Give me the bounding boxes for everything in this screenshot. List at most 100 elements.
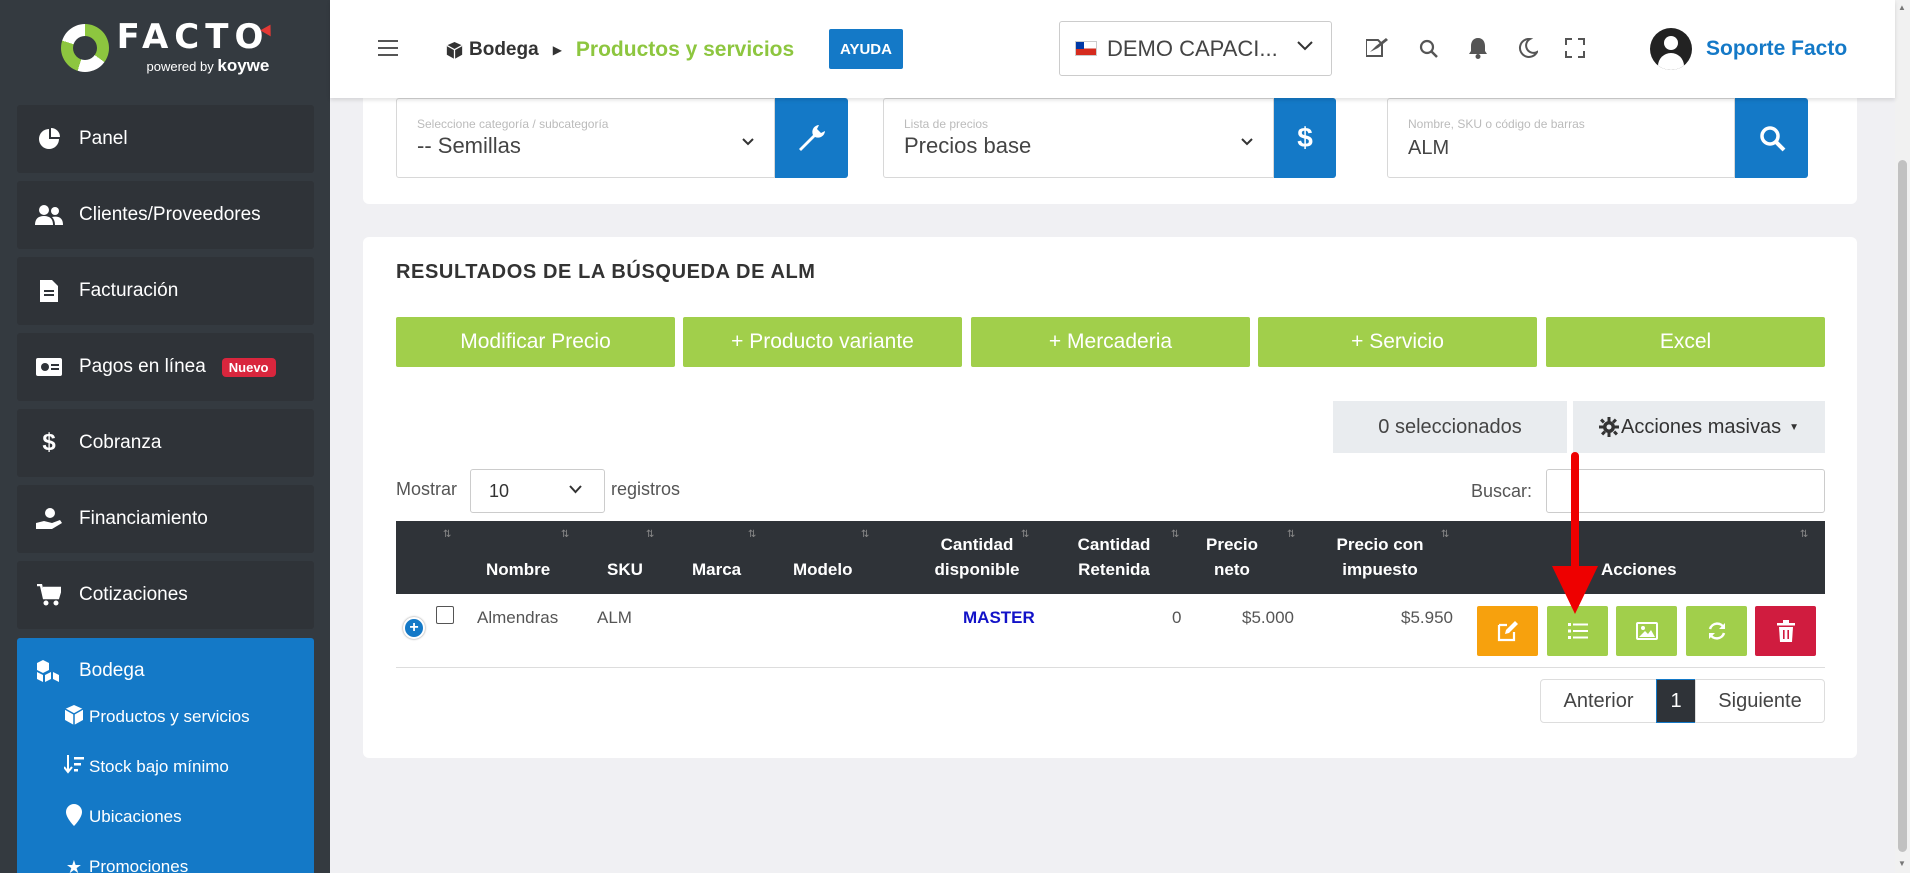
sidebar-subitem-stock[interactable]: Stock bajo mínimo (17, 742, 314, 792)
category-select[interactable]: Seleccione categoría / subcategoría -- S… (396, 98, 775, 178)
table-search-input[interactable] (1546, 469, 1825, 513)
sort-icon[interactable]: ⇅ (1441, 529, 1449, 540)
sidebar-item-panel[interactable]: Panel (17, 105, 314, 173)
sort-icon[interactable]: ⇅ (748, 529, 756, 540)
sidebar-item-bodega[interactable]: Bodega Productos y servicios Stock bajo … (17, 638, 314, 873)
table-header: ⇅ Nombre ⇅ SKU ⇅ Marca ⇅ Modelo ⇅ Cantid… (396, 521, 1825, 594)
moon-icon[interactable] (1515, 35, 1541, 61)
col-precio-impuesto-line1: Precio con (1336, 535, 1424, 554)
star-icon: ★ (65, 856, 83, 873)
sidebar-item-label: Panel (79, 128, 128, 149)
wrench-icon (798, 125, 825, 151)
delete-button[interactable] (1755, 606, 1816, 656)
sort-icon[interactable]: ⇅ (443, 529, 451, 540)
search-icon[interactable] (1415, 35, 1441, 61)
row-checkbox[interactable] (436, 606, 454, 624)
annotation-arrow-icon (1552, 566, 1598, 614)
sort-icon[interactable]: ⇅ (561, 529, 569, 540)
col-precio-neto[interactable]: Precio neto (1202, 532, 1262, 582)
sort-icon[interactable]: ⇅ (1800, 529, 1808, 540)
sidebar-item-cobranza[interactable]: $ Cobranza (17, 409, 314, 477)
add-merchandise-button[interactable]: + Mercaderia (971, 317, 1250, 367)
sort-icon[interactable]: ⇅ (646, 529, 654, 540)
sidebar-item-cotizaciones[interactable]: Cotizaciones (17, 561, 314, 629)
category-filter: Seleccione categoría / subcategoría -- S… (396, 98, 848, 178)
refresh-button[interactable] (1686, 606, 1747, 656)
excel-export-button[interactable]: Excel (1546, 317, 1825, 367)
page-length-select[interactable]: 10 (470, 469, 605, 513)
category-select-value: -- Semillas (417, 133, 521, 158)
document-icon (35, 279, 63, 303)
sidebar-item-facturacion[interactable]: Facturación (17, 257, 314, 325)
cell-cantidad-disponible[interactable]: MASTER (963, 608, 1035, 628)
caret-right-icon: ▶ (552, 43, 562, 57)
category-select-label: Seleccione categoría / subcategoría (417, 117, 609, 131)
add-variant-product-button[interactable]: + Producto variante (683, 317, 962, 367)
col-precio-impuesto[interactable]: Precio con impuesto (1325, 532, 1435, 582)
product-search-button[interactable] (1735, 98, 1808, 178)
col-nombre[interactable]: Nombre (486, 557, 550, 582)
page-scrollbar[interactable]: ▲ ▼ (1895, 0, 1910, 873)
sort-icon[interactable]: ⇅ (1287, 529, 1295, 540)
modify-price-button[interactable]: Modificar Precio (396, 317, 675, 367)
col-cantidad-retenida[interactable]: Cantidad Retenida (1066, 532, 1162, 582)
company-selector[interactable]: DEMO CAPACI... (1059, 21, 1332, 76)
user-name[interactable]: Soporte Facto (1706, 37, 1847, 61)
help-button[interactable]: AYUDA (829, 29, 903, 69)
sort-icon[interactable]: ⇅ (1171, 529, 1179, 540)
add-service-button[interactable]: + Servicio (1258, 317, 1537, 367)
col-modelo[interactable]: Modelo (793, 557, 853, 582)
scroll-thumb[interactable] (1898, 160, 1907, 852)
facto-logo[interactable]: FACTO powered by koywe (0, 0, 330, 96)
bell-icon[interactable] (1465, 35, 1491, 61)
scroll-up-icon[interactable]: ▲ (1898, 3, 1906, 12)
pagination-page-1[interactable]: 1 (1656, 679, 1696, 723)
sort-icon[interactable]: ⇅ (1021, 529, 1029, 540)
selected-count: 0 seleccionados (1333, 401, 1567, 453)
brand-name: FACTO (116, 17, 270, 57)
price-list-select-value: Precios base (904, 133, 1032, 158)
box-icon (63, 704, 85, 730)
wrench-button[interactable] (775, 98, 848, 178)
fullscreen-icon[interactable] (1562, 35, 1588, 61)
sign-document-icon[interactable] (1364, 35, 1390, 61)
price-list-button[interactable]: $ (1274, 98, 1336, 178)
scroll-down-icon[interactable]: ▼ (1898, 859, 1906, 868)
breadcrumb-home-label: Bodega (469, 39, 539, 60)
col-sku[interactable]: SKU (607, 557, 643, 582)
product-search-input[interactable]: Nombre, SKU o código de barras ALM (1387, 98, 1736, 178)
pagination-next[interactable]: Siguiente (1695, 679, 1825, 723)
box-icon (446, 41, 463, 59)
mass-actions-button[interactable]: Acciones masivas ▼ (1573, 401, 1825, 453)
image-button[interactable] (1616, 606, 1677, 656)
expand-row-icon[interactable]: + (403, 617, 425, 639)
sidebar-subitem-ubicaciones[interactable]: Ubicaciones (17, 792, 314, 842)
col-marca[interactable]: Marca (692, 557, 741, 582)
edit-icon (1497, 621, 1518, 642)
sidebar-subitem-promociones[interactable]: ★ Promociones (17, 842, 314, 873)
boxes-icon (35, 660, 63, 682)
user-avatar[interactable] (1650, 28, 1692, 70)
hamburger-menu-icon[interactable] (378, 40, 398, 56)
price-list-select[interactable]: Lista de precios Precios base (883, 98, 1274, 178)
sidebar-item-label: Cotizaciones (79, 584, 188, 605)
chile-flag-icon (1075, 41, 1097, 56)
sidebar-item-label: Cobranza (79, 432, 162, 453)
price-list-filter: Lista de precios Precios base $ (883, 98, 1336, 178)
sidebar-item-clientes[interactable]: Clientes/Proveedores (17, 181, 314, 249)
hand-coin-icon (35, 507, 63, 531)
sidebar-item-financiamiento[interactable]: Financiamiento (17, 485, 314, 553)
cell-precio-impuesto: $5.950 (1401, 608, 1453, 627)
mass-actions-label: Acciones masivas (1621, 415, 1782, 438)
product-search-value: ALM (1408, 137, 1450, 159)
chevron-down-icon (569, 482, 582, 497)
sidebar-item-pagos[interactable]: Pagos en línea Nuevo (17, 333, 314, 401)
money-bill-icon (35, 355, 63, 379)
pagination-prev[interactable]: Anterior (1540, 679, 1657, 723)
sidebar-subitem-productos[interactable]: Productos y servicios (17, 692, 314, 742)
sort-icon[interactable]: ⇅ (861, 529, 869, 540)
table-row: + Almendras ALM MASTER 0 $5.000 $5.950 (396, 594, 1825, 668)
col-precio-neto-line2: neto (1214, 560, 1250, 579)
edit-button[interactable] (1477, 606, 1538, 656)
breadcrumb-home[interactable]: Bodega (446, 39, 539, 61)
